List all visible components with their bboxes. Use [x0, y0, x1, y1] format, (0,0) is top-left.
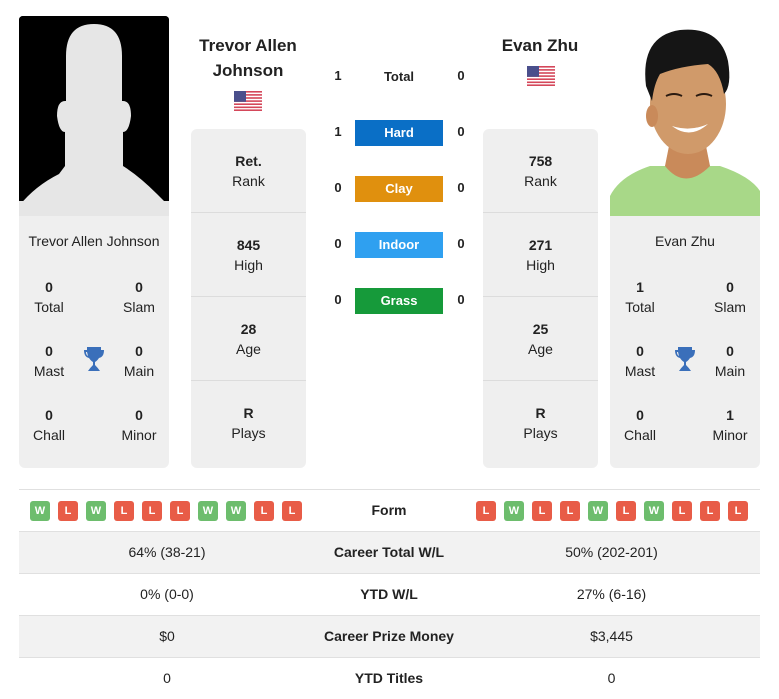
- left-titles-main: 0 Main: [123, 343, 155, 379]
- right-stat-high: 271 High: [483, 213, 598, 297]
- right-form-badge-win[interactable]: W: [588, 501, 608, 521]
- left-form-badge-win[interactable]: W: [198, 501, 218, 521]
- right-stat-age: 25 Age: [483, 297, 598, 381]
- right-form-badge-loss[interactable]: L: [728, 501, 748, 521]
- left-form-badge-loss[interactable]: L: [58, 501, 78, 521]
- left-stat-plays: R Plays: [231, 405, 266, 441]
- surface-badge-clay[interactable]: Clay: [355, 176, 443, 202]
- left-form-badge-win[interactable]: W: [226, 501, 246, 521]
- h2h-grass-row: 0 Grass 0: [320, 288, 480, 314]
- right-player-titles-card: Evan Zhu 1 Total 0 Slam 0 Mast 0 Main 0 …: [610, 216, 760, 468]
- right-form-badge-loss[interactable]: L: [700, 501, 720, 521]
- right-form-badge-loss[interactable]: L: [560, 501, 580, 521]
- right-titles-slam: 0 Slam: [714, 279, 746, 315]
- player-portrait-icon: [610, 16, 760, 216]
- right-form-badge-loss[interactable]: L: [476, 501, 496, 521]
- comparison-table: WLWLLLWWLL Form LWLLWLWLLL 64% (38-21) C…: [19, 489, 760, 699]
- right-player-name[interactable]: Evan Zhu: [470, 33, 610, 58]
- left-player-titles-card: Trevor Allen Johnson 0 Total 0 Slam 0 Ma…: [19, 216, 169, 468]
- left-stat-age: 28 Age: [191, 297, 306, 381]
- left-titles-chall: 0 Chall: [33, 407, 65, 443]
- left-form-badge-loss[interactable]: L: [254, 501, 274, 521]
- left-form-badge-win[interactable]: W: [86, 501, 106, 521]
- left-titles-slam: 0 Slam: [123, 279, 155, 315]
- us-flag-icon: [527, 66, 555, 86]
- right-form-badge-win[interactable]: W: [644, 501, 664, 521]
- right-titles-minor: 1 Minor: [712, 407, 748, 443]
- right-stat-rank: 758 Rank: [483, 129, 598, 213]
- left-titles-total: 0 Total: [34, 279, 64, 315]
- right-form-badge-win[interactable]: W: [504, 501, 524, 521]
- table-row: $0 Career Prize Money $3,445: [19, 615, 760, 657]
- right-titles-chall: 0 Chall: [624, 407, 656, 443]
- right-titles-mast: 0 Mast: [624, 343, 656, 379]
- left-titles-minor: 0 Minor: [121, 407, 157, 443]
- form-row: WLWLLLWWLL Form LWLLWLWLLL: [19, 489, 760, 531]
- right-titles-main: 0 Main: [714, 343, 746, 379]
- left-form-badge-loss[interactable]: L: [170, 501, 190, 521]
- table-row: 64% (38-21) Career Total W/L 50% (202-20…: [19, 531, 760, 573]
- us-flag-icon: [234, 91, 262, 111]
- left-player-stats: Ret. Rank 845 High 28 Age R Plays: [191, 129, 306, 468]
- surface-badge-hard[interactable]: Hard: [355, 120, 443, 146]
- right-stat-plays: R Plays: [523, 405, 558, 441]
- trophy-icon: [675, 347, 695, 371]
- surface-badge-indoor[interactable]: Indoor: [355, 232, 443, 258]
- left-form-badge-win[interactable]: W: [30, 501, 50, 521]
- right-form-badge-loss[interactable]: L: [672, 501, 692, 521]
- left-player-card-name: Trevor Allen Johnson: [28, 233, 160, 249]
- right-player-stats: 758 Rank 271 High 25 Age R Plays: [483, 129, 598, 468]
- silhouette-icon: [19, 16, 169, 216]
- left-form-badge-loss[interactable]: L: [114, 501, 134, 521]
- h2h-total-label: Total: [383, 69, 415, 84]
- surface-badge-grass[interactable]: Grass: [355, 288, 443, 314]
- left-player-photo: [19, 16, 169, 216]
- right-form-badge-loss[interactable]: L: [616, 501, 636, 521]
- table-row: 0% (0-0) YTD W/L 27% (6-16): [19, 573, 760, 615]
- h2h-total-row: 1 Total 0: [320, 64, 480, 90]
- left-form-badge-loss[interactable]: L: [282, 501, 302, 521]
- left-stat-high: 845 High: [191, 213, 306, 297]
- right-titles-total: 1 Total: [625, 279, 655, 315]
- right-player-card-name: Evan Zhu: [655, 233, 715, 249]
- h2h-clay-row: 0 Clay 0: [320, 176, 480, 202]
- left-titles-mast: 0 Mast: [33, 343, 65, 379]
- left-form-badges: WLWLLLWWLL: [30, 501, 302, 521]
- table-row: 0 YTD Titles 0: [19, 657, 760, 699]
- h2h-indoor-row: 0 Indoor 0: [320, 232, 480, 258]
- left-player-name[interactable]: Trevor Allen Johnson: [178, 33, 318, 83]
- right-form-badges: LWLLWLWLLL: [476, 501, 748, 521]
- h2h-hard-row: 1 Hard 0: [320, 120, 480, 146]
- trophy-icon: [84, 347, 104, 371]
- right-player-photo: [610, 16, 760, 216]
- left-form-badge-loss[interactable]: L: [142, 501, 162, 521]
- left-stat-rank: Ret. Rank: [191, 129, 306, 213]
- form-label: Form: [371, 502, 407, 518]
- right-form-badge-loss[interactable]: L: [532, 501, 552, 521]
